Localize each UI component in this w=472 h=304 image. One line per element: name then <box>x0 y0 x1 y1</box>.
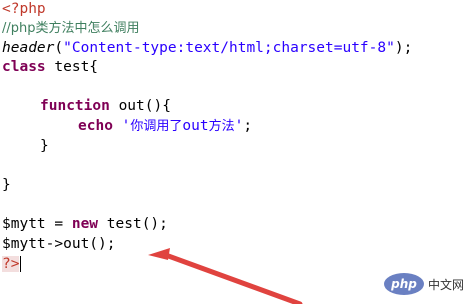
site-watermark: php 中文网 <box>383 272 464 296</box>
php-logo: php <box>383 273 424 295</box>
watermark-site-text: 中文网 <box>427 277 464 292</box>
arrow-shaft <box>160 251 303 304</box>
red-arrow-annotation <box>148 248 303 304</box>
php-logo-text: php <box>391 277 417 291</box>
